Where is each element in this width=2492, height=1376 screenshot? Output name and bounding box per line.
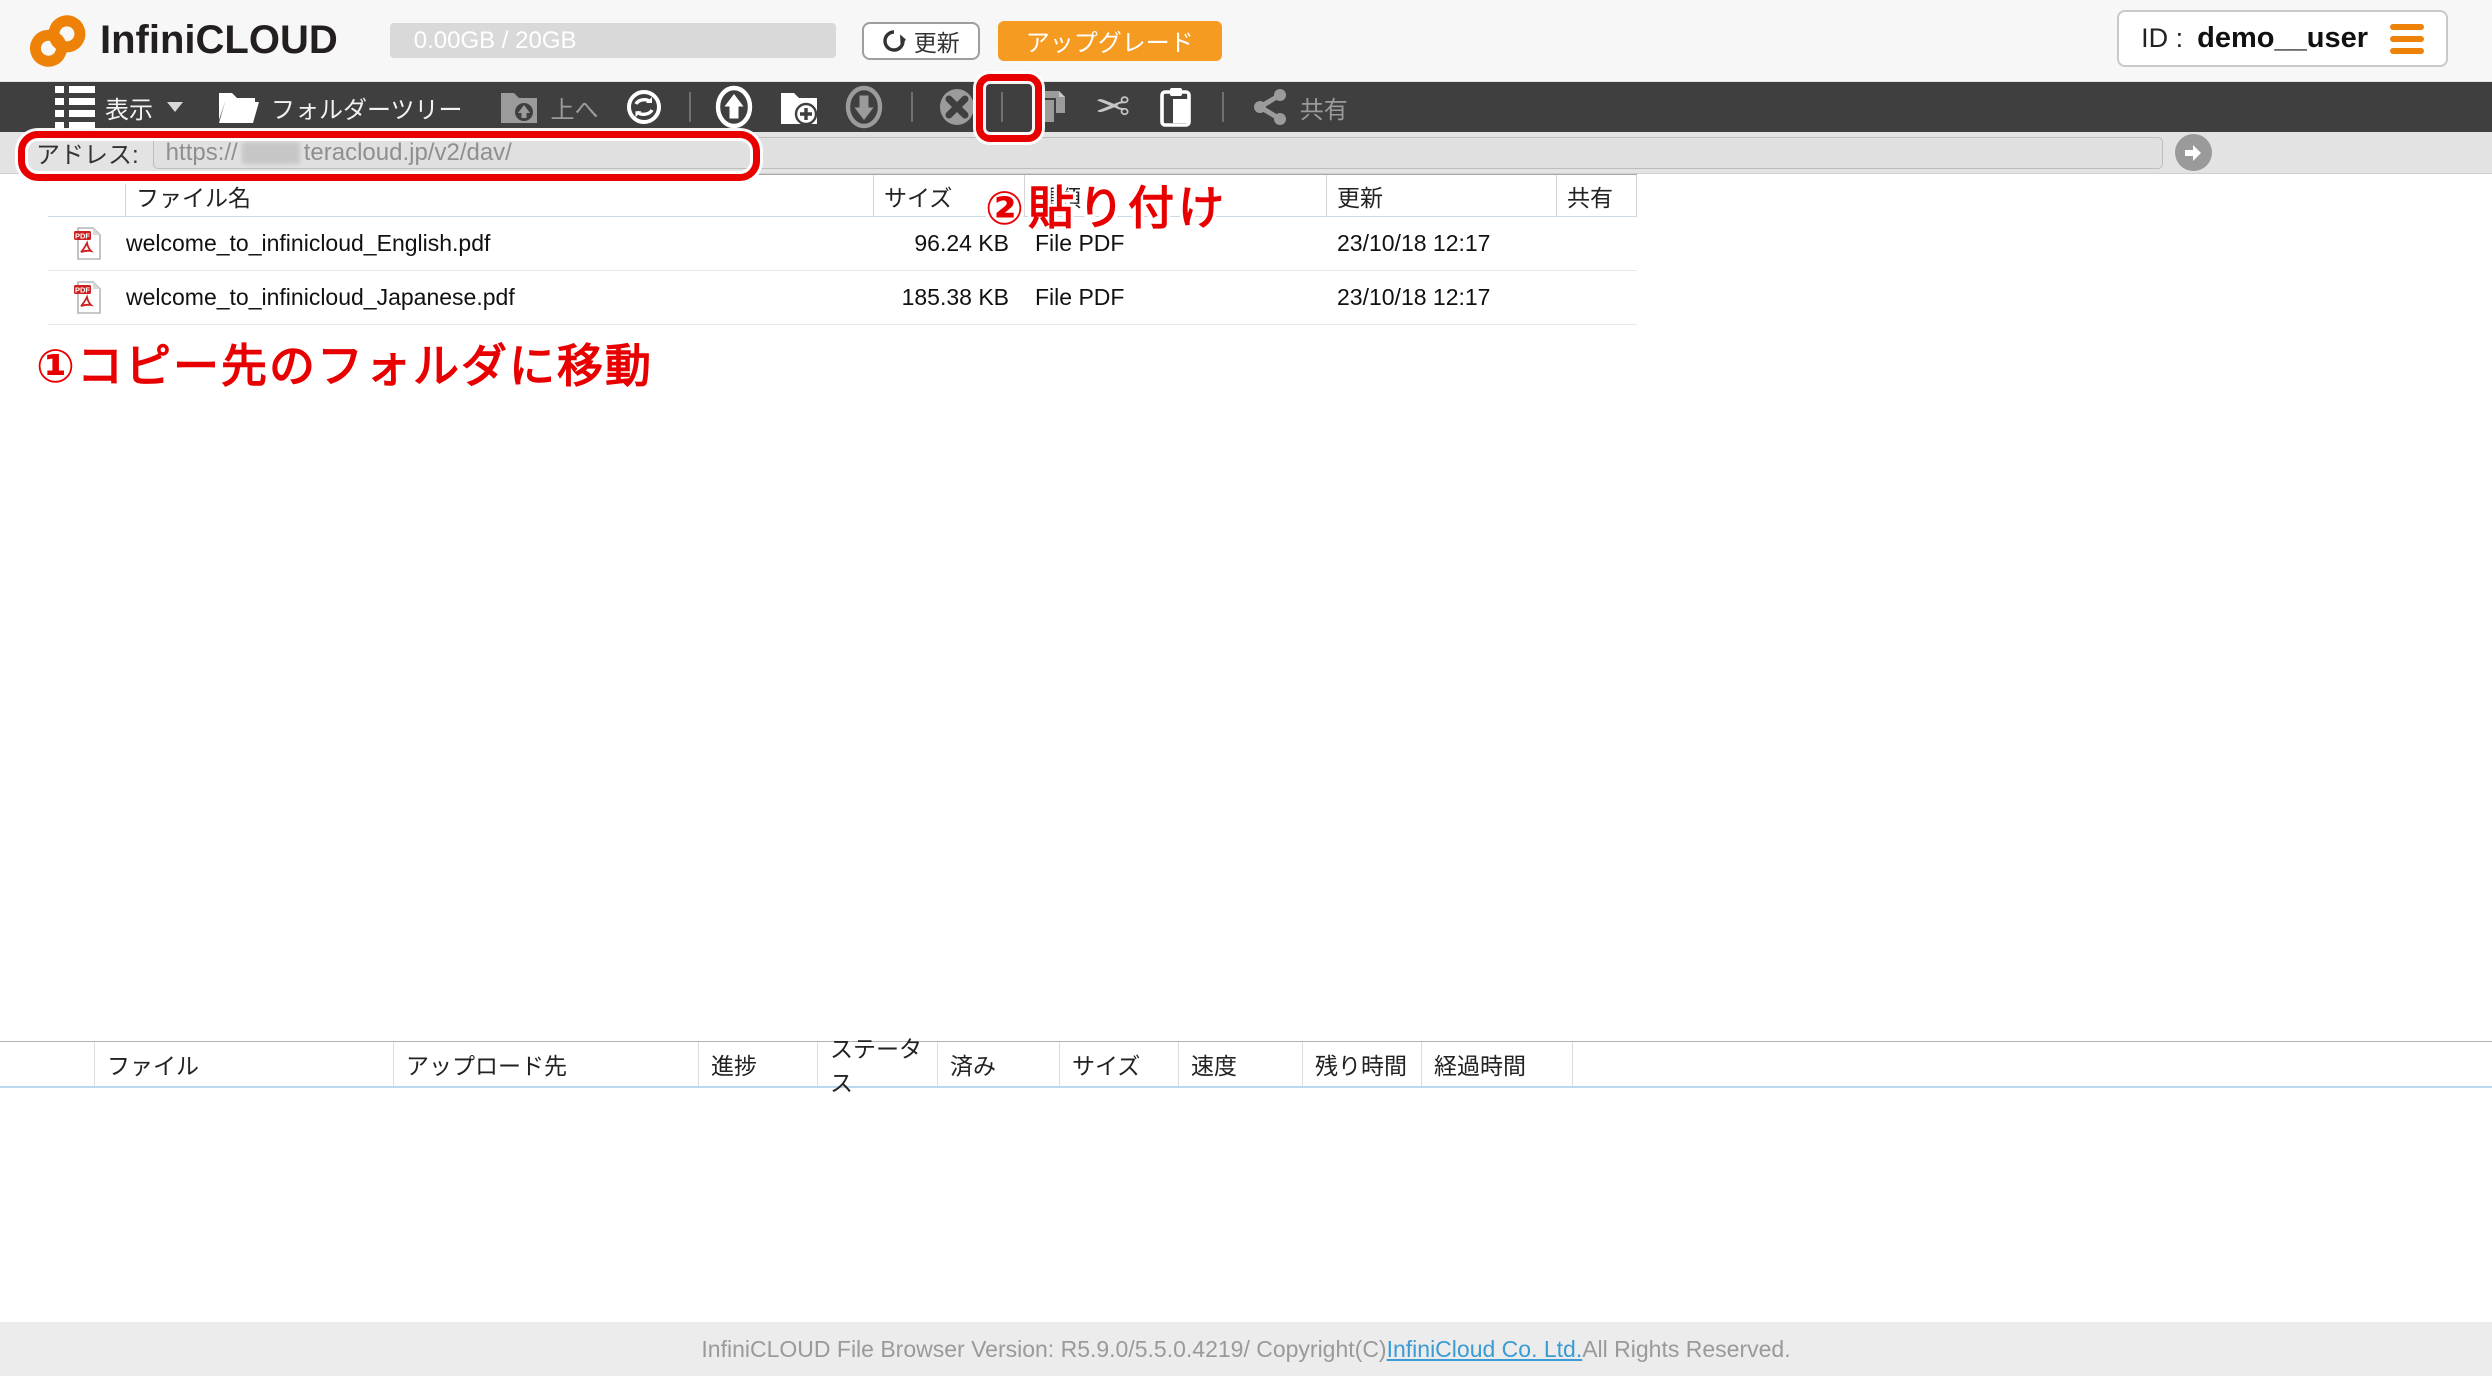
- download-icon: [845, 85, 883, 129]
- app-logo: InfiniCLOUD: [26, 12, 338, 70]
- top-header-bar: InfiniCLOUD 0.00GB / 20GB 更新 アップグレード ID …: [0, 0, 2492, 82]
- toolbar-separator: [1222, 92, 1224, 122]
- upgrade-button-label: アップグレード: [1026, 23, 1194, 58]
- footer-text-after: All Rights Reserved.: [1582, 1336, 1790, 1363]
- paste-icon: [1158, 85, 1196, 129]
- address-url-suffix: teracloud.jp/v2/dav/: [304, 139, 512, 167]
- delete-icon: [937, 87, 977, 127]
- refresh-icon: [882, 29, 906, 53]
- cut-icon: ✂: [1095, 86, 1130, 128]
- svg-text:PDF: PDF: [75, 285, 90, 294]
- file-list-header-row: ファイル名 サイズ 種類 更新 共有: [48, 174, 1637, 217]
- sync-icon: [625, 88, 663, 126]
- caret-down-icon: [167, 102, 183, 112]
- infinity-logo-icon: [26, 12, 90, 70]
- column-share[interactable]: 共有: [1557, 175, 1637, 216]
- pdf-file-icon: PDF: [74, 281, 101, 314]
- toolbar-separator: [1001, 92, 1003, 122]
- address-url-prefix: https://: [166, 139, 238, 167]
- file-updated: 23/10/18 12:17: [1327, 284, 1557, 311]
- toolbar-separator: [911, 92, 913, 122]
- file-type: File PDF: [1025, 284, 1327, 311]
- table-row-file-japanese[interactable]: PDF welcome_to_infinicloud_Japanese.pdf …: [48, 271, 1637, 325]
- file-size: 96.24 KB: [874, 230, 1025, 257]
- view-menu-button[interactable]: 表示: [55, 86, 183, 129]
- share-button[interactable]: 共有: [1252, 88, 1348, 126]
- paste-button[interactable]: [1158, 85, 1196, 129]
- new-folder-icon: [779, 88, 821, 126]
- table-row-file-english[interactable]: PDF welcome_to_infinicloud_English.pdf 9…: [48, 217, 1637, 271]
- footer-company-link[interactable]: InfiniCloud Co. Ltd.: [1387, 1336, 1583, 1363]
- file-name[interactable]: welcome_to_infinicloud_Japanese.pdf: [126, 284, 874, 311]
- transfer-column-status: ステータス: [818, 1042, 938, 1086]
- refresh-button-label: 更新: [914, 24, 960, 58]
- transfer-column-speed: 速度: [1179, 1042, 1303, 1086]
- cut-button[interactable]: ✂: [1095, 86, 1130, 128]
- download-button[interactable]: [845, 85, 883, 129]
- arrow-right-icon: [2182, 142, 2204, 164]
- account-menu[interactable]: ID : demo__user: [2117, 10, 2448, 67]
- column-size[interactable]: サイズ: [874, 175, 1025, 216]
- pdf-file-icon: PDF: [74, 227, 101, 260]
- transfer-column-empty: [0, 1042, 95, 1086]
- file-updated: 23/10/18 12:17: [1327, 230, 1557, 257]
- file-type: File PDF: [1025, 230, 1327, 257]
- footer-text-before: InfiniCLOUD File Browser Version: R5.9.0…: [701, 1336, 1386, 1363]
- annotation-step1-move-folder: ①コピー先のフォルダに移動: [36, 330, 653, 396]
- share-label: 共有: [1300, 90, 1348, 125]
- column-updated[interactable]: 更新: [1327, 175, 1557, 216]
- address-input[interactable]: https:// teracloud.jp/v2/dav/: [153, 137, 2163, 169]
- folder-tree-button[interactable]: フォルダーツリー: [217, 89, 463, 125]
- file-list-table: ファイル名 サイズ 種類 更新 共有 PDF welcome_to_infini…: [48, 174, 1637, 325]
- transfer-column-remaining: 残り時間: [1303, 1042, 1422, 1086]
- upload-icon: [715, 85, 753, 129]
- delete-button[interactable]: [937, 87, 977, 127]
- account-id-label: ID :: [2141, 23, 2183, 54]
- storage-usage-bar: 0.00GB / 20GB: [390, 23, 836, 58]
- transfer-column-file: ファイル: [95, 1042, 394, 1086]
- column-select: [48, 175, 126, 216]
- transfer-column-size: サイズ: [1060, 1042, 1179, 1086]
- folder-up-icon: [499, 89, 541, 125]
- share-icon: [1252, 88, 1290, 126]
- address-bar: アドレス: https:// teracloud.jp/v2/dav/: [0, 132, 2492, 174]
- svg-text:PDF: PDF: [75, 231, 90, 240]
- address-go-button[interactable]: [2175, 134, 2212, 171]
- go-up-button[interactable]: 上へ: [499, 89, 599, 125]
- main-toolbar: 表示 フォルダーツリー 上へ: [0, 82, 2492, 132]
- file-name[interactable]: welcome_to_infinicloud_English.pdf: [126, 230, 874, 257]
- transfer-column-elapsed: 経過時間: [1422, 1042, 1573, 1086]
- sync-button[interactable]: [625, 88, 663, 126]
- folder-tree-icon: [217, 89, 261, 125]
- view-menu-label: 表示: [105, 90, 153, 125]
- account-id-value: demo__user: [2197, 22, 2368, 55]
- view-list-icon: [55, 86, 95, 129]
- upgrade-button[interactable]: アップグレード: [998, 21, 1222, 61]
- folder-tree-label: フォルダーツリー: [271, 90, 463, 125]
- new-folder-button[interactable]: [779, 88, 821, 126]
- footer: InfiniCLOUD File Browser Version: R5.9.0…: [0, 1322, 2492, 1376]
- transfer-column-done: 済み: [938, 1042, 1060, 1086]
- storage-usage-text: 0.00GB / 20GB: [390, 27, 577, 55]
- app-title: InfiniCLOUD: [100, 18, 338, 63]
- address-url-redacted-blur: [242, 142, 300, 164]
- file-size: 185.38 KB: [874, 284, 1025, 311]
- toolbar-separator: [689, 92, 691, 122]
- copy-icon: [1031, 87, 1071, 127]
- column-type[interactable]: 種類: [1025, 175, 1327, 216]
- refresh-button[interactable]: 更新: [862, 22, 980, 60]
- hamburger-menu-icon[interactable]: [2390, 24, 2424, 54]
- go-up-label: 上へ: [551, 90, 599, 125]
- address-label: アドレス:: [36, 135, 139, 170]
- transfer-status-table: ファイル アップロード先 進捗 ステータス 済み サイズ 速度 残り時間 経過時…: [0, 1041, 2492, 1088]
- copy-button[interactable]: [1031, 87, 1071, 127]
- transfer-column-destination: アップロード先: [394, 1042, 699, 1086]
- transfer-column-progress: 進捗: [699, 1042, 818, 1086]
- upload-button[interactable]: [715, 85, 753, 129]
- column-filename[interactable]: ファイル名: [126, 175, 874, 216]
